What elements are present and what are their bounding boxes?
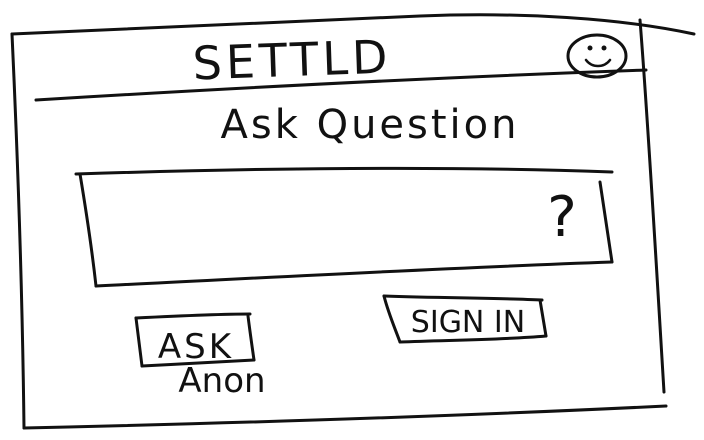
question-placeholder: ? [547, 185, 577, 250]
ask-anon-button[interactable]: ASK Anon [134, 312, 286, 401]
sign-in-button[interactable]: SIGN IN [382, 294, 548, 344]
page-heading: Ask Question [221, 102, 520, 148]
app-title: SETTLD [192, 30, 392, 91]
question-input[interactable] [74, 166, 614, 288]
smiley-face-icon[interactable] [566, 32, 628, 80]
wireframe-sketch: SETTLD Ask Question ? SIGN IN ASK Anon [10, 13, 696, 430]
